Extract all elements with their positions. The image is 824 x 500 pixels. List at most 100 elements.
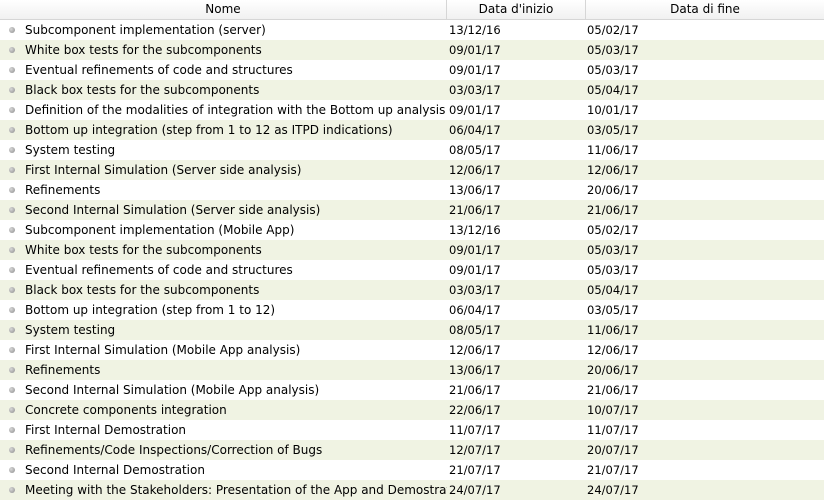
task-bullet-icon — [9, 307, 15, 313]
task-start-date: 09/01/17 — [449, 43, 501, 57]
task-bullet-icon — [9, 467, 15, 473]
task-name: Bottom up integration (step from 1 to 12… — [25, 123, 393, 137]
task-name-cell: Refinements — [0, 360, 447, 380]
task-name-cell: System testing — [0, 320, 447, 340]
table-row[interactable]: Subcomponent implementation (Mobile App)… — [0, 220, 824, 240]
table-row[interactable]: Meeting with the Stakeholders: Presentat… — [0, 480, 824, 500]
task-name-cell: Second Internal Simulation (Server side … — [0, 200, 447, 220]
task-end-date: 05/03/17 — [587, 243, 639, 257]
task-bullet-icon — [9, 267, 15, 273]
table-header: Nome Data d'inizio Data di fine — [0, 0, 824, 20]
task-start-date: 09/01/17 — [449, 103, 501, 117]
task-name: Subcomponent implementation (server) — [25, 23, 266, 37]
task-name-cell: Bottom up integration (step from 1 to 12… — [0, 120, 447, 140]
task-bullet-icon — [9, 287, 15, 293]
task-end-date: 05/02/17 — [587, 223, 639, 237]
task-table: Nome Data d'inizio Data di fine Subcompo… — [0, 0, 824, 500]
task-bullet-icon — [9, 447, 15, 453]
table-row[interactable]: Refinements 13/06/17 20/06/17 — [0, 360, 824, 380]
task-end-date: 20/06/17 — [587, 363, 639, 377]
task-name-cell: Second Internal Simulation (Mobile App a… — [0, 380, 447, 400]
task-bullet-icon — [9, 107, 15, 113]
task-name-cell: Black box tests for the subcomponents — [0, 80, 447, 100]
task-bullet-icon — [9, 207, 15, 213]
task-name: Subcomponent implementation (Mobile App) — [25, 223, 295, 237]
task-name-cell: System testing — [0, 140, 447, 160]
table-row[interactable]: Definition of the modalities of integrat… — [0, 100, 824, 120]
task-name: Eventual refinements of code and structu… — [25, 63, 293, 77]
table-row[interactable]: Subcomponent implementation (server) 13/1… — [0, 20, 824, 40]
task-start-date: 22/06/17 — [449, 403, 501, 417]
task-start-date: 03/03/17 — [449, 83, 501, 97]
table-row[interactable]: First Internal Simulation (Server side a… — [0, 160, 824, 180]
column-header-start-date[interactable]: Data d'inizio — [447, 0, 586, 20]
task-end-date: 20/06/17 — [587, 183, 639, 197]
task-start-date: 12/06/17 — [449, 163, 501, 177]
task-name-cell: Eventual refinements of code and structu… — [0, 260, 447, 280]
table-row[interactable]: First Internal Simulation (Mobile App an… — [0, 340, 824, 360]
task-end-date: 12/06/17 — [587, 163, 639, 177]
task-end-date: 21/06/17 — [587, 203, 639, 217]
table-row[interactable]: Black box tests for the subcomponents 03/… — [0, 280, 824, 300]
task-bullet-icon — [9, 367, 15, 373]
task-end-date: 11/07/17 — [587, 423, 639, 437]
task-name: Second Internal Simulation (Mobile App a… — [25, 383, 320, 397]
task-name: Second Internal Simulation (Server side … — [25, 203, 321, 217]
column-header-end-date[interactable]: Data di fine — [586, 0, 824, 20]
table-row[interactable]: Concrete components integration 22/06/17 1… — [0, 400, 824, 420]
task-end-date: 10/07/17 — [587, 403, 639, 417]
table-row[interactable]: Eventual refinements of code and structu… — [0, 260, 824, 280]
table-row[interactable]: Second Internal Demostration 21/07/17 21/0… — [0, 460, 824, 480]
task-name: Refinements/Code Inspections/Correction … — [25, 443, 323, 457]
task-bullet-icon — [9, 67, 15, 73]
task-start-date: 24/07/17 — [449, 483, 501, 497]
task-name: Black box tests for the subcomponents — [25, 283, 260, 297]
task-end-date: 21/07/17 — [587, 463, 639, 477]
task-name-cell: Eventual refinements of code and structu… — [0, 60, 447, 80]
table-row[interactable]: White box tests for the subcomponents 09/… — [0, 40, 824, 60]
task-bullet-icon — [9, 487, 15, 493]
task-name-cell: Subcomponent implementation (Mobile App) — [0, 220, 447, 240]
task-start-date: 11/07/17 — [449, 423, 501, 437]
task-start-date: 13/06/17 — [449, 183, 501, 197]
task-bullet-icon — [9, 407, 15, 413]
task-end-date: 05/02/17 — [587, 23, 639, 37]
task-bullet-icon — [9, 427, 15, 433]
table-row[interactable]: White box tests for the subcomponents 09/… — [0, 240, 824, 260]
task-start-date: 13/12/16 — [449, 23, 501, 37]
task-name-cell: Definition of the modalities of integrat… — [0, 100, 447, 120]
task-end-date: 05/04/17 — [587, 83, 639, 97]
task-end-date: 21/06/17 — [587, 383, 639, 397]
task-end-date: 10/01/17 — [587, 103, 639, 117]
task-name: Definition of the modalities of integrat… — [25, 103, 446, 117]
task-end-date: 12/06/17 — [587, 343, 639, 357]
table-row[interactable]: Refinements 13/06/17 20/06/17 — [0, 180, 824, 200]
task-start-date: 21/06/17 — [449, 383, 501, 397]
task-end-date: 05/04/17 — [587, 283, 639, 297]
task-name: Refinements — [25, 363, 101, 377]
task-start-date: 12/07/17 — [449, 443, 501, 457]
table-row[interactable]: Bottom up integration (step from 1 to 12… — [0, 120, 824, 140]
task-bullet-icon — [9, 27, 15, 33]
column-header-name[interactable]: Nome — [0, 0, 447, 20]
table-row[interactable]: System testing 08/05/17 11/06/17 — [0, 320, 824, 340]
task-bullet-icon — [9, 47, 15, 53]
table-row[interactable]: System testing 08/05/17 11/06/17 — [0, 140, 824, 160]
task-start-date: 08/05/17 — [449, 143, 501, 157]
table-row[interactable]: Second Internal Simulation (Mobile App a… — [0, 380, 824, 400]
table-row[interactable]: Second Internal Simulation (Server side … — [0, 200, 824, 220]
table-row[interactable]: Bottom up integration (step from 1 to 12… — [0, 300, 824, 320]
task-name-cell: Refinements — [0, 180, 447, 200]
table-row[interactable]: First Internal Demostration 11/07/17 11/07… — [0, 420, 824, 440]
task-start-date: 21/07/17 — [449, 463, 501, 477]
task-start-date: 08/05/17 — [449, 323, 501, 337]
task-end-date: 11/06/17 — [587, 323, 639, 337]
task-name-cell: Black box tests for the subcomponents — [0, 280, 447, 300]
task-start-date: 13/12/16 — [449, 223, 501, 237]
table-row[interactable]: Eventual refinements of code and structu… — [0, 60, 824, 80]
table-row[interactable]: Black box tests for the subcomponents 03/… — [0, 80, 824, 100]
task-name: First Internal Demostration — [25, 423, 187, 437]
task-bullet-icon — [9, 327, 15, 333]
table-row[interactable]: Refinements/Code Inspections/Correction … — [0, 440, 824, 460]
task-name-cell: Concrete components integration — [0, 400, 447, 420]
